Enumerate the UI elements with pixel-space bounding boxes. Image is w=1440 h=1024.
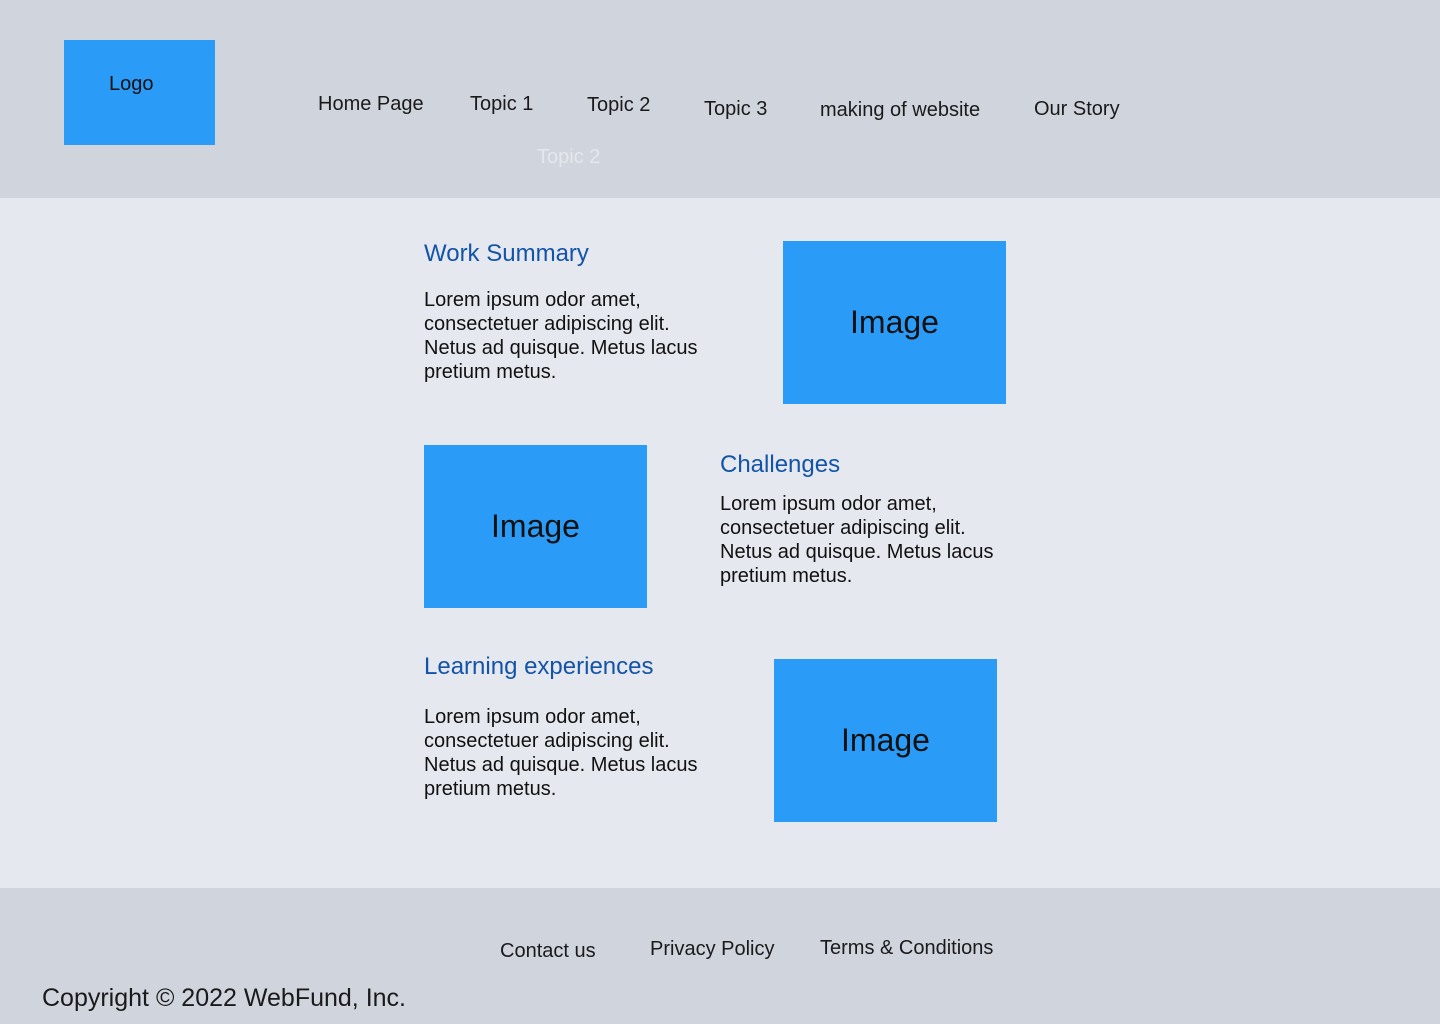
section-body-challenges: Lorem ipsum odor amet, consectetuer adip… [720,493,994,587]
nav-making-of-website[interactable]: making of website [820,99,980,122]
footer-link-contact-us[interactable]: Contact us [500,940,596,963]
section-title-work-summary: Work Summary [424,240,589,267]
image-placeholder-challenges: Image [424,445,647,608]
footer-link-terms-conditions[interactable]: Terms & Conditions [820,937,993,960]
site-header: Logo Home Page Topic 1 Topic 2 Topic 3 m… [0,0,1440,198]
site-footer: Contact us Privacy Policy Terms & Condit… [0,888,1440,1024]
section-body-work-summary: Lorem ipsum odor amet, consectetuer adip… [424,289,698,383]
logo-label: Logo [109,73,154,95]
nav-topic-1[interactable]: Topic 1 [470,93,533,116]
nav-topic-2[interactable]: Topic 2 [587,94,650,117]
nav-ghost-item: Topic 2 [537,146,601,168]
nav-home-page[interactable]: Home Page [318,93,424,116]
footer-link-privacy-policy[interactable]: Privacy Policy [650,938,774,961]
nav-our-story[interactable]: Our Story [1034,98,1120,121]
image-placeholder-learning-experiences: Image [774,659,997,822]
section-body-learning-experiences: Lorem ipsum odor amet, consectetuer adip… [424,706,698,800]
copyright-text: Copyright © 2022 WebFund, Inc. [42,984,406,1012]
nav-topic-3[interactable]: Topic 3 [704,98,767,121]
main-content: Work Summary Lorem ipsum odor amet, cons… [0,198,1440,888]
logo[interactable]: Logo [64,40,215,145]
image-placeholder-work-summary: Image [783,241,1006,404]
image-label: Image [841,722,930,758]
section-title-learning-experiences: Learning experiences [424,653,654,680]
image-label: Image [850,304,939,340]
section-title-challenges: Challenges [720,451,841,478]
image-label: Image [491,508,580,544]
